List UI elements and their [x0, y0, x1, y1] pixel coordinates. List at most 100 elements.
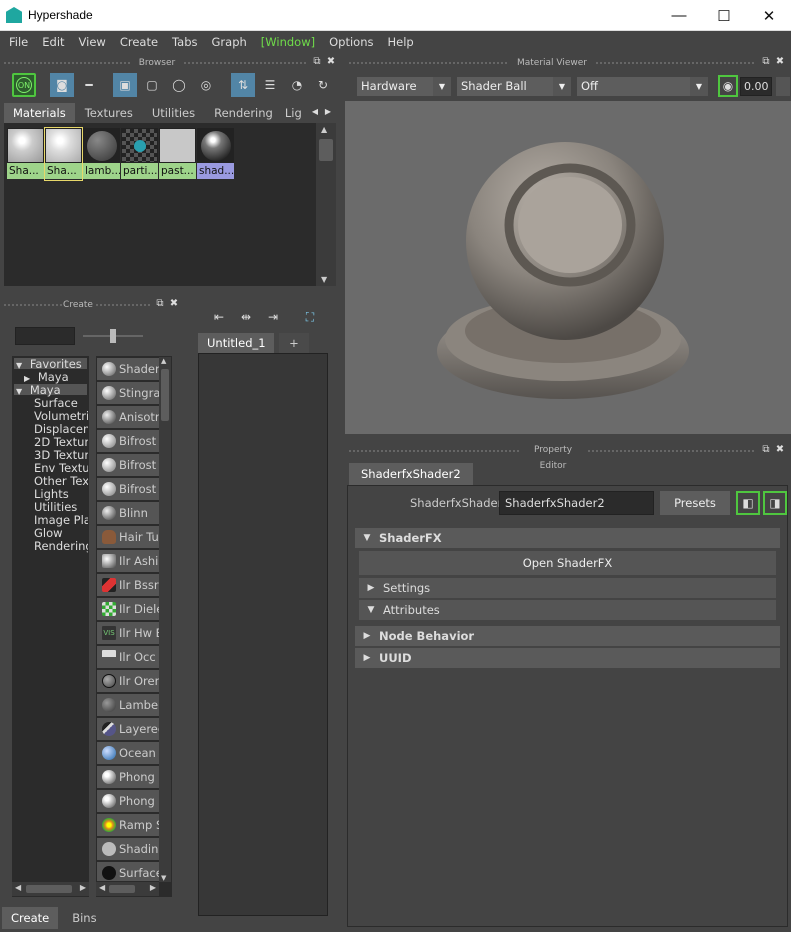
material-viewer-canvas[interactable] [345, 101, 791, 434]
input-connections-icon[interactable]: ⇤ [207, 305, 231, 329]
material-swatch[interactable]: lamb... [83, 128, 120, 180]
property-drag-handle-right[interactable] [588, 450, 754, 452]
tree-item-surface[interactable]: Surface [34, 396, 78, 410]
tree-h-scrollbar[interactable]: ◀ ▶ [12, 882, 89, 896]
viewer-drag-handle[interactable] [349, 62, 509, 64]
node-item-phong[interactable]: Phong [97, 766, 159, 788]
close-button[interactable]: ✕ [746, 0, 791, 31]
tab-scroll-left-icon[interactable]: ◀ [309, 106, 321, 118]
tree-item-favorites[interactable]: ▼ Favorites [16, 357, 82, 371]
tree-item-glow[interactable]: Glow [34, 526, 63, 540]
tab-rendering[interactable]: Rendering [205, 103, 282, 123]
tab-textures[interactable]: Textures [75, 103, 142, 123]
list-view-icon[interactable]: ━ [77, 73, 101, 97]
node-item-ilr-occ-sampler[interactable]: Ilr Occ S [97, 646, 159, 668]
menu-window[interactable]: [Window] [254, 35, 322, 49]
browser-scrollbar[interactable]: ▲ ▼ [316, 123, 336, 286]
node-item-anisotropic[interactable]: Anisotro [97, 406, 159, 428]
tab-materials[interactable]: Materials [4, 103, 75, 123]
menu-file[interactable]: File [2, 35, 35, 49]
expand-arrow-icon[interactable]: ▼ [16, 387, 22, 396]
tree-item-env-textures[interactable]: Env Textur [34, 461, 88, 475]
environment-dropdown[interactable]: Off ▼ [577, 77, 708, 96]
focus-output-icon[interactable]: ◨ [763, 491, 787, 515]
node-item-stingray[interactable]: Stingray [97, 382, 159, 404]
sort-time-icon[interactable]: ◔ [285, 73, 309, 97]
close-panel-icon[interactable]: ✖ [774, 56, 786, 68]
browser-drag-handle[interactable] [4, 62, 132, 64]
node-list-v-scrollbar[interactable]: ▲ ▼ [159, 357, 171, 882]
exposure-more[interactable] [776, 77, 790, 96]
tree-item-volumetric[interactable]: Volumetric [34, 409, 88, 423]
tree-item-maya-favorites[interactable]: ▶ Maya [24, 370, 69, 384]
section-settings[interactable]: ▶ Settings [359, 578, 776, 598]
menu-create[interactable]: Create [113, 35, 165, 49]
node-list-v-scroll-thumb[interactable] [161, 369, 169, 421]
sort-type-icon[interactable]: ☰ [258, 73, 282, 97]
node-item-bifrost-foam[interactable]: Bifrost I [97, 454, 159, 476]
browser-scroll-thumb[interactable] [319, 139, 333, 161]
tree-h-scroll-thumb[interactable] [26, 885, 72, 893]
exposure-field[interactable]: 0.00 [740, 77, 772, 96]
section-uuid[interactable]: ▶ UUID [355, 648, 780, 668]
menu-view[interactable]: View [72, 35, 113, 49]
menu-tabs[interactable]: Tabs [165, 35, 204, 49]
expand-arrow-icon[interactable]: ▶ [24, 374, 30, 383]
viewer-drag-handle-right[interactable] [596, 62, 754, 64]
close-panel-icon[interactable]: ✖ [168, 298, 180, 310]
show-thumbnails-icon[interactable]: ◙ [50, 73, 74, 97]
node-item-ocean-shader[interactable]: Ocean S [97, 742, 159, 764]
tab-utilities[interactable]: Utilities [142, 103, 205, 123]
minimize-button[interactable]: — [656, 0, 702, 31]
tab-create[interactable]: Create [2, 907, 59, 929]
menu-edit[interactable]: Edit [35, 35, 71, 49]
node-item-ilr-hw-bake[interactable]: VISIlr Hw B [97, 622, 159, 644]
create-drag-handle[interactable] [4, 304, 62, 306]
tree-item-displacement[interactable]: Displacem [34, 422, 88, 436]
focus-input-icon[interactable]: ◧ [736, 491, 760, 515]
xlarge-icons-icon[interactable]: ◎ [194, 73, 218, 97]
float-panel-icon[interactable]: ⧉ [154, 298, 166, 310]
tab-bins[interactable]: Bins [63, 907, 106, 929]
tree-item-maya[interactable]: ▼ Maya [16, 383, 61, 397]
tree-item-other-textures[interactable]: Other Text [34, 474, 88, 488]
icon-size-slider-handle[interactable] [110, 329, 116, 343]
tree-item-utilities[interactable]: Utilities [34, 500, 77, 514]
sort-alpha-icon[interactable]: ⇅ [231, 73, 255, 97]
menu-options[interactable]: Options [322, 35, 380, 49]
refresh-icon[interactable]: ↻ [311, 73, 335, 97]
menu-graph[interactable]: Graph [205, 35, 254, 49]
presets-button[interactable]: Presets [660, 491, 730, 515]
tree-item-rendering[interactable]: Rendering [34, 539, 88, 553]
output-connections-icon[interactable]: ⇥ [261, 305, 285, 329]
medium-icons-icon[interactable]: ▢ [140, 73, 164, 97]
tree-item-2d-textures[interactable]: 2D Texture [34, 435, 88, 449]
float-panel-icon[interactable]: ⧉ [311, 56, 323, 68]
section-shaderfx[interactable]: ▼ ShaderFX [355, 528, 780, 548]
material-swatch[interactable]: Sha... [44, 127, 83, 181]
open-shaderfx-button[interactable]: Open ShaderFX [359, 551, 776, 575]
large-icons-icon[interactable]: ◯ [167, 73, 191, 97]
exposure-reset-icon[interactable]: ◉ [718, 75, 738, 97]
node-item-shading-map[interactable]: Shading [97, 838, 159, 860]
node-item-hair-tube[interactable]: Hair Tub [97, 526, 159, 548]
create-search-field[interactable] [15, 327, 75, 345]
toggle-on-button[interactable]: ON [12, 73, 36, 97]
node-item-ramp-shader[interactable]: Ramp S [97, 814, 159, 836]
tab-shaderfx-shader2[interactable]: ShaderfxShader2 [349, 463, 473, 485]
material-swatch[interactable]: past... [159, 128, 196, 180]
frame-selection-icon[interactable]: ⛶ [298, 305, 322, 329]
node-graph-canvas[interactable] [198, 353, 328, 916]
property-drag-handle[interactable] [349, 450, 519, 452]
material-swatch[interactable]: Sha... [7, 128, 44, 180]
section-node-behavior[interactable]: ▶ Node Behavior [355, 626, 780, 646]
browser-drag-handle-right[interactable] [184, 62, 306, 64]
add-graph-tab-button[interactable]: + [279, 333, 309, 353]
node-list-h-scroll-thumb[interactable] [109, 885, 135, 893]
node-item-ilr-oren-nayar[interactable]: Ilr Oren [97, 670, 159, 692]
geometry-dropdown[interactable]: Shader Ball ▼ [457, 77, 571, 96]
graph-tab-untitled[interactable]: Untitled_1 [198, 333, 274, 353]
node-item-ilr-bssrdf[interactable]: Ilr Bssrc [97, 574, 159, 596]
tab-lights[interactable]: Lig [282, 103, 305, 123]
maximize-button[interactable]: ☐ [701, 0, 747, 31]
